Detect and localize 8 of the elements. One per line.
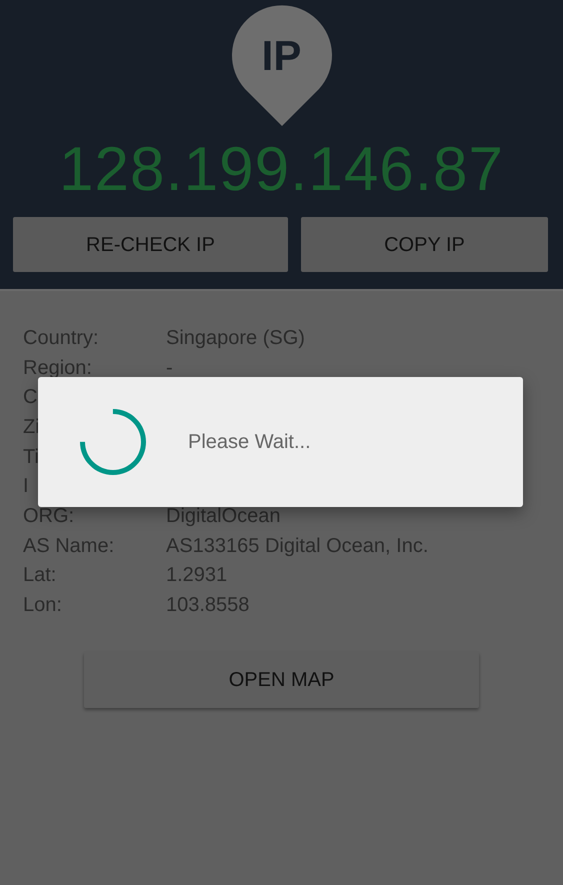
ip-address: 128.199.146.87	[58, 139, 505, 201]
pin-icon	[230, 5, 332, 127]
badge-label: IP	[260, 35, 302, 77]
header-button[interactable]: COPY IP	[301, 217, 548, 272]
dialog-message: Please Wait...	[188, 430, 311, 455]
open-map-button[interactable]: OPEN MAP	[84, 652, 479, 708]
detail-value: -	[166, 356, 173, 381]
header-button[interactable]: RE-CHECK IP	[13, 217, 288, 272]
